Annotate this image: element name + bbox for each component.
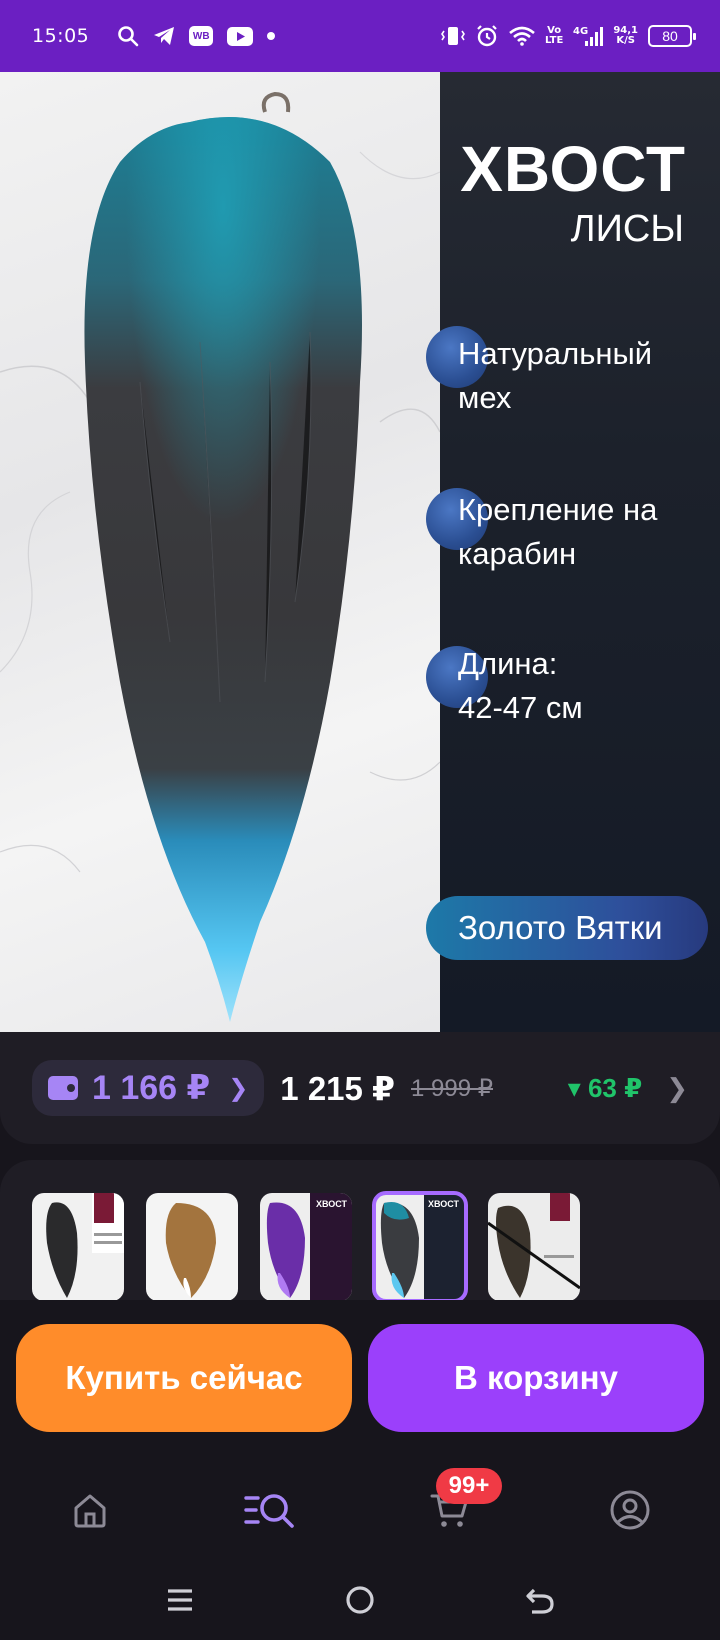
product-subtitle: ЛИСЫ	[570, 208, 684, 250]
product-image[interactable]: ХВОСТ ЛИСЫ Натуральный мех Крепление на …	[0, 72, 720, 1032]
wallet-icon	[48, 1076, 78, 1100]
menu-icon[interactable]	[158, 1578, 202, 1622]
bottom-navigation: 99+	[0, 1440, 720, 1560]
network-speed: 94,1 K/S	[613, 25, 638, 46]
old-price: 1 999 ₽	[411, 1074, 494, 1102]
feature-length: Длина: 42-47 см	[458, 646, 583, 725]
product-title: ХВОСТ	[460, 133, 686, 205]
thumbnail-red-fox-tail[interactable]	[146, 1193, 238, 1301]
profile-icon[interactable]	[600, 1480, 660, 1540]
home-icon[interactable]	[60, 1480, 120, 1540]
status-time: 15:05	[32, 25, 90, 47]
thumbnail-blue-tail[interactable]: ХВОСТ	[372, 1191, 468, 1303]
svg-text:ХВОСТ: ХВОСТ	[428, 1199, 460, 1209]
chevron-right-icon: ❯	[228, 1074, 249, 1102]
notification-dot-icon	[267, 32, 276, 40]
search-icon	[117, 25, 139, 47]
feature-mount: Крепление на карабин	[458, 492, 658, 571]
back-icon[interactable]	[518, 1578, 562, 1622]
telegram-icon	[153, 26, 175, 46]
discount-amount: ▾ 63 ₽	[567, 1072, 643, 1103]
buy-now-button[interactable]: Купить сейчас	[16, 1324, 352, 1432]
svg-text:4G: 4G	[573, 26, 588, 37]
youtube-icon	[227, 26, 254, 46]
add-to-cart-button[interactable]: В корзину	[368, 1324, 704, 1432]
status-bar: 15:05 WB Vo LTE 4G 94,1 K/S 80	[0, 0, 720, 72]
wb-icon: WB	[189, 26, 214, 46]
product-page: 15:05 WB Vo LTE 4G 94,1 K/S 80 ХВОСТ ЛИС…	[0, 0, 720, 1640]
vibrate-icon	[440, 25, 465, 47]
wallet-price-button[interactable]: 1 166 ₽ ❯	[32, 1060, 265, 1116]
thumbnail-dark-brown-tail[interactable]	[488, 1193, 580, 1301]
wallet-price: 1 166 ₽	[92, 1069, 211, 1107]
feature-material: Натуральный мех	[458, 336, 653, 415]
fox-tail-image	[84, 91, 362, 1022]
action-bar: Купить сейчас В корзину	[0, 1300, 720, 1440]
thumbnail-purple-tail[interactable]: ХВОСТ	[260, 1193, 352, 1301]
svg-text:ХВОСТ: ХВОСТ	[316, 1199, 348, 1209]
price-details-chevron-icon[interactable]: ❯	[666, 1073, 688, 1104]
catalog-search-icon[interactable]	[240, 1480, 300, 1540]
alarm-icon	[475, 24, 499, 48]
battery-icon: 80	[648, 25, 696, 47]
thumbnail-black-tail[interactable]	[32, 1193, 124, 1301]
system-navigation	[0, 1560, 720, 1640]
volte-label: Vo LTE	[544, 25, 564, 46]
current-price: 1 215 ₽	[280, 1069, 396, 1107]
price-panel[interactable]: 1 166 ₽ ❯ 1 215 ₽ 1 999 ₽ ▾ 63 ₽ ❯	[0, 1032, 720, 1144]
wifi-icon	[509, 26, 535, 46]
home-circle-icon[interactable]	[338, 1578, 382, 1622]
thumbnail-strip: ХВОСТ ХВОСТ	[0, 1160, 720, 1303]
brand-badge: Золото Вятки	[426, 896, 708, 960]
cart-count-badge: 99+	[436, 1468, 502, 1504]
signal-icon: 4G	[573, 25, 604, 47]
